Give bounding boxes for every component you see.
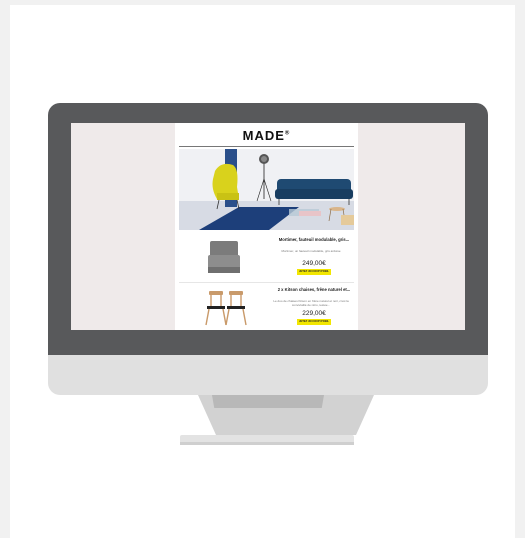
product-image (185, 237, 263, 279)
chair-icon (205, 291, 227, 326)
product-description: Le duo de chaises Kitson en frêne nature… (273, 299, 349, 307)
hero-image (179, 149, 354, 230)
monitor-neck-shadow (212, 395, 324, 408)
product-divider (179, 282, 354, 283)
email-preview: MADE® Mortimer, fauteuil modulable, gris… (175, 123, 358, 330)
monitor-screen: MADE® Mortimer, fauteuil modulable, gris… (71, 123, 465, 330)
product-title[interactable]: 2 x Kitson chaises, frêne naturel et... (275, 287, 353, 292)
brand-logo: MADE® (175, 128, 358, 143)
product-card[interactable]: 2 x Kitson chaises, frêne naturel et... … (179, 285, 354, 330)
product-title[interactable]: Mortimer, fauteuil modulable, gris... (275, 237, 353, 242)
product-description: Mortimer, un fauteuil modulable, gris ar… (281, 249, 341, 253)
monitor-base-shadow (180, 442, 354, 445)
brand-logo-mark: ® (284, 130, 291, 137)
header-divider (179, 146, 354, 147)
brand-logo-text: MADE (242, 128, 285, 143)
product-card[interactable]: Mortimer, fauteuil modulable, gris... Mo… (179, 235, 354, 281)
product-image (185, 287, 263, 329)
monitor-chin (48, 355, 488, 395)
product-price: 229,00€ (302, 310, 326, 317)
chair-icon (225, 291, 247, 326)
product-price: 249,00€ (302, 260, 326, 267)
view-product-button[interactable]: JETEZ UN COUP D'OEIL (297, 269, 331, 275)
view-product-button[interactable]: JETEZ UN COUP D'OEIL (297, 319, 331, 325)
armchair-icon (208, 241, 240, 273)
